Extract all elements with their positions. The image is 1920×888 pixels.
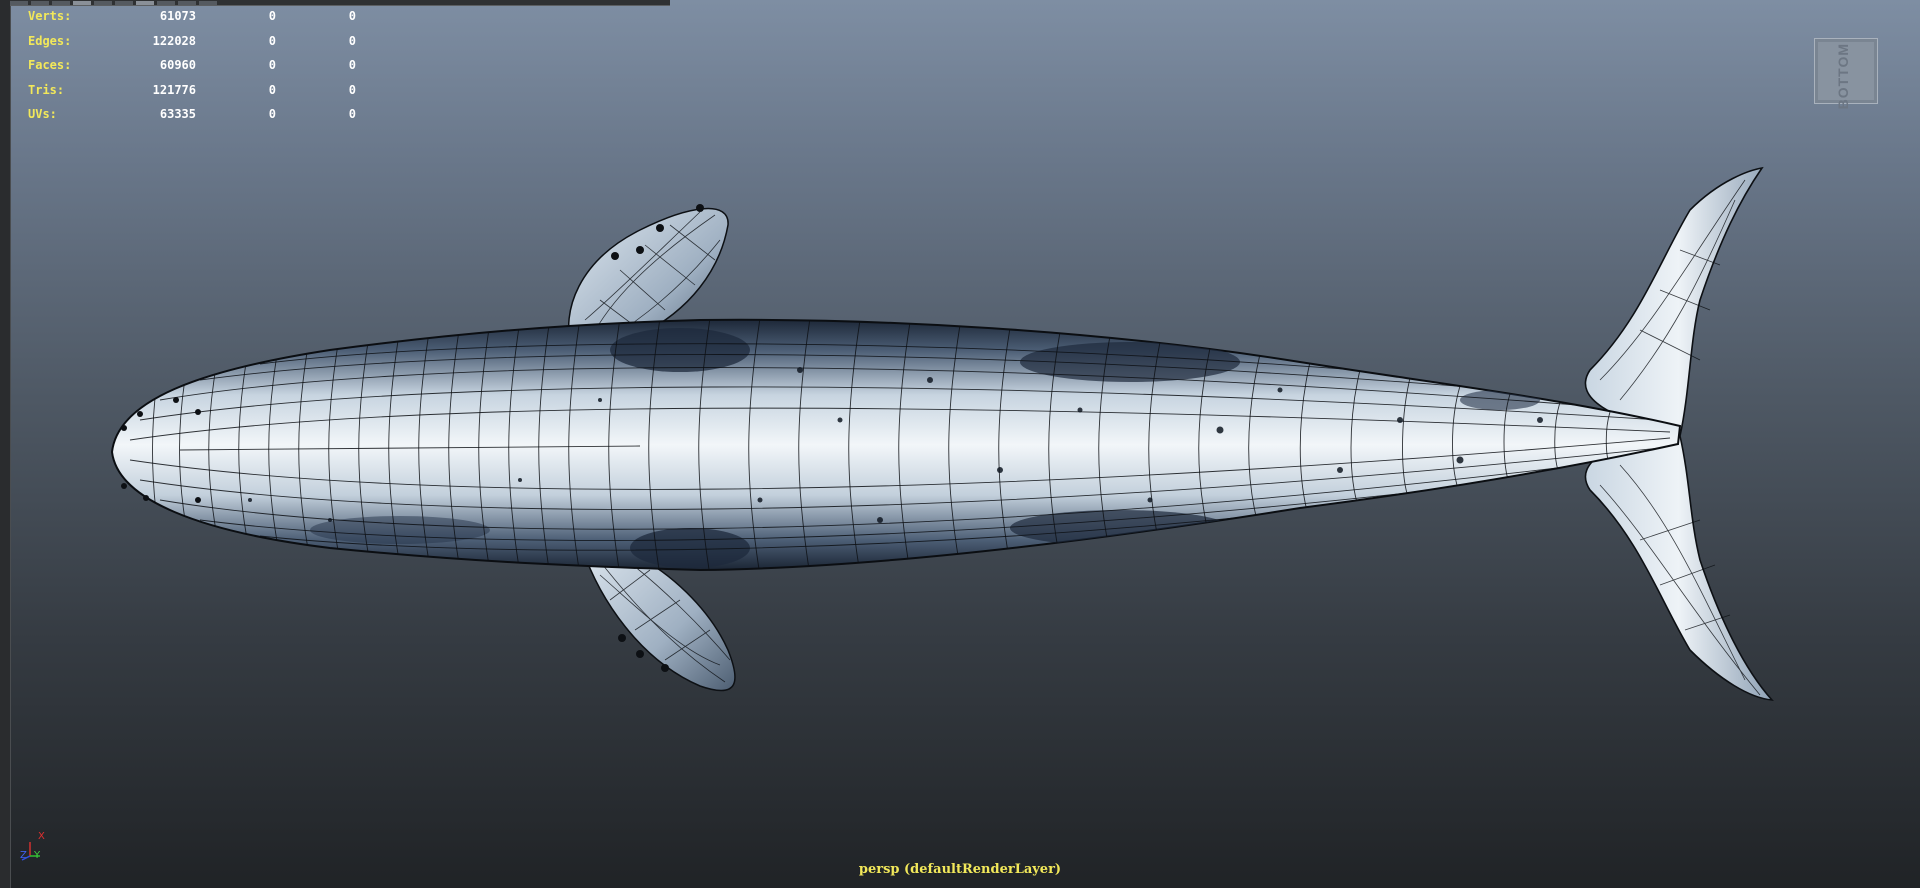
axis-x-label: X (38, 831, 45, 842)
axis-gizmo: X Z Y (18, 826, 58, 866)
axis-y-label: Y (33, 850, 41, 861)
camera-label: persp (defaultRenderLayer) (858, 862, 1062, 877)
axis-z-label: Z (20, 850, 27, 861)
viewport-panel[interactable]: Verts: 61073 0 0 Edges: 122028 0 0 Faces… (0, 0, 1920, 888)
whale-mesh[interactable] (0, 0, 1920, 888)
